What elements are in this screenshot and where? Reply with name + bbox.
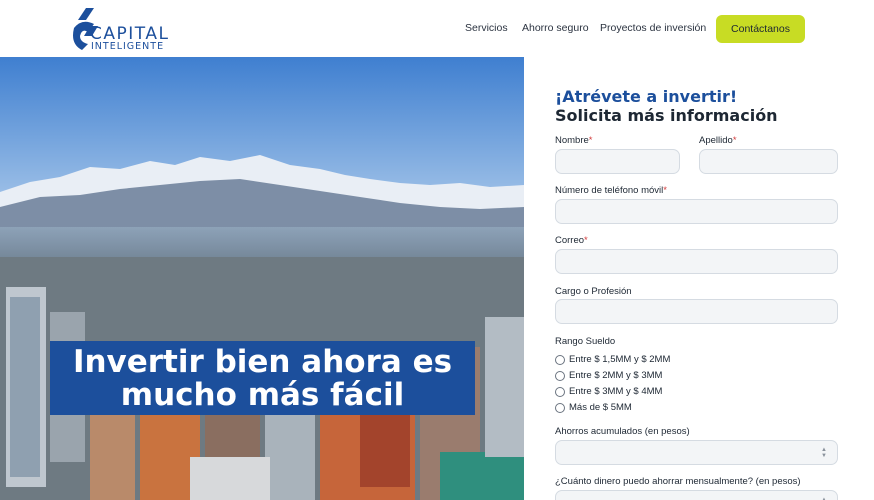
apellido-label-text: Apellido xyxy=(699,135,733,146)
radio-button[interactable] xyxy=(555,386,565,397)
required-mark: * xyxy=(732,135,737,146)
ahorro-mensual-field[interactable]: ▲▼ xyxy=(555,490,838,500)
rango-option-label: Entre $ 1,5MM y $ 2MM xyxy=(569,354,671,365)
hero-headline-line2: mucho más fácil xyxy=(120,377,405,413)
rango-option-4[interactable]: Más de $ 5MM xyxy=(555,402,632,413)
form-title: ¡Atrévete a invertir! xyxy=(555,87,738,106)
ahorros-label: Ahorros acumulados (en pesos) xyxy=(555,426,690,437)
cargo-field[interactable] xyxy=(555,299,838,324)
correo-label-text: Correo xyxy=(555,235,585,246)
contact-form: ¡Atrévete a invertir! Solicita más infor… xyxy=(524,57,874,500)
hero-cityscape-illustration xyxy=(0,57,524,500)
hero-image: Invertir bien ahora es mucho más fácil xyxy=(0,57,524,500)
rango-option-1[interactable]: Entre $ 1,5MM y $ 2MM xyxy=(555,354,670,365)
logo[interactable]: CAPITAL INTELIGENTE xyxy=(72,6,182,52)
form-subtitle: Solicita más información xyxy=(555,106,778,125)
required-mark: * xyxy=(584,235,588,246)
telefono-field[interactable] xyxy=(555,199,838,224)
required-mark: * xyxy=(663,185,667,196)
rango-option-label: Más de $ 5MM xyxy=(569,402,632,413)
rango-option-2[interactable]: Entre $ 2MM y $ 3MM xyxy=(555,370,662,381)
cargo-label: Cargo o Profesión xyxy=(555,286,632,297)
nombre-label: Nombre* xyxy=(555,135,593,146)
correo-field[interactable] xyxy=(555,249,838,274)
radio-button[interactable] xyxy=(555,354,565,365)
radio-button[interactable] xyxy=(555,370,565,381)
contact-button[interactable]: Contáctanos xyxy=(716,15,805,43)
nav-ahorro-seguro[interactable]: Ahorro seguro xyxy=(522,22,589,34)
rango-option-label: Entre $ 3MM y $ 4MM xyxy=(569,386,663,397)
hero-headline-banner: Invertir bien ahora es mucho más fácil xyxy=(50,341,475,415)
rango-sueldo-label: Rango Sueldo xyxy=(555,336,616,347)
nav-servicios[interactable]: Servicios xyxy=(465,22,508,34)
ahorro-mensual-label: ¿Cuánto dinero puedo ahorrar mensualment… xyxy=(555,476,801,487)
rango-option-3[interactable]: Entre $ 3MM y $ 4MM xyxy=(555,386,662,397)
spinner-icon[interactable]: ▲▼ xyxy=(821,447,827,459)
telefono-label-text: Número de teléfono móvil xyxy=(555,185,664,196)
apellido-label: Apellido* xyxy=(699,135,737,146)
site-header: CAPITAL INTELIGENTE Servicios Ahorro seg… xyxy=(0,0,874,57)
nombre-label-text: Nombre xyxy=(555,135,589,146)
correo-label: Correo* xyxy=(555,235,588,246)
nombre-field[interactable] xyxy=(555,149,680,174)
logo-text-inteligente: INTELIGENTE xyxy=(91,41,165,52)
required-mark: * xyxy=(588,135,593,146)
telefono-label: Número de teléfono móvil* xyxy=(555,185,667,196)
radio-button[interactable] xyxy=(555,402,565,413)
rango-option-label: Entre $ 2MM y $ 3MM xyxy=(569,370,663,381)
ahorros-field[interactable]: ▲ ▼ xyxy=(555,440,838,465)
nav-proyectos-inversion[interactable]: Proyectos de inversión xyxy=(600,22,706,34)
hero-headline-line1: Invertir bien ahora es xyxy=(72,344,453,380)
apellido-field[interactable] xyxy=(699,149,838,174)
